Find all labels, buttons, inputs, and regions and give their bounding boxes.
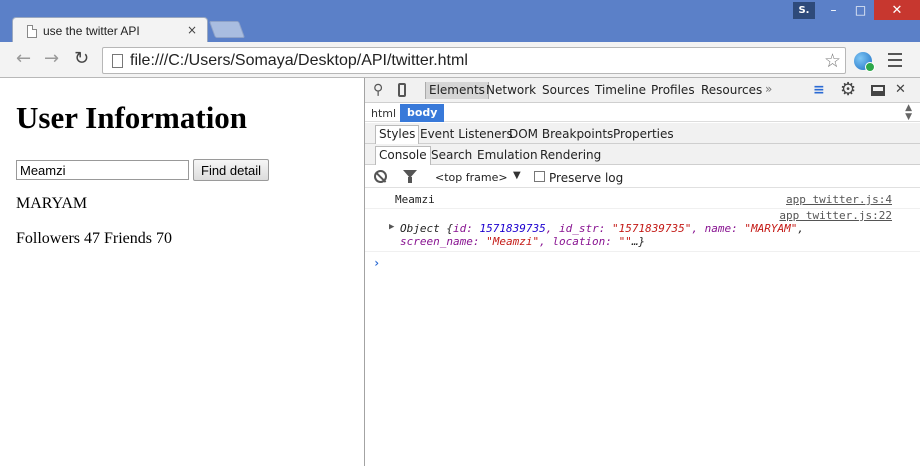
tab-profiles[interactable]: Profiles [651,83,695,97]
source-link[interactable]: app twitter.js:22 [779,209,892,222]
forward-arrow-icon[interactable]: → [44,50,59,68]
console-drawer-icon[interactable]: ≡ [813,82,825,98]
bookmark-star-icon[interactable]: ☆ [824,50,841,72]
frame-select[interactable]: <top frame> [435,171,508,184]
page-icon [27,24,37,38]
scroll-arrows-icon[interactable]: ▲ ▼ [905,104,912,122]
screen-name-input[interactable] [16,160,189,180]
sidebar-tabs: Styles Event Listeners DOM Breakpoints P… [365,123,920,144]
breadcrumb-body[interactable]: body [400,104,445,122]
gear-icon[interactable]: ⚙ [840,79,856,100]
object-preview-line2[interactable]: screen_name: "Meamzi", location: ""…} [400,235,645,248]
find-detail-button[interactable]: Find detail [193,159,269,181]
minimize-button[interactable]: – [820,0,847,20]
object-preview-line1[interactable]: Object {id: 1571839735, id_str: "1571839… [400,222,804,235]
tab-styles[interactable]: Styles [375,125,420,144]
dock-side-icon[interactable] [871,85,885,96]
result-name: MARYAM [16,195,88,212]
browser-tab[interactable]: use the twitter API × [12,17,208,43]
tab-timeline[interactable]: Timeline [595,83,646,97]
tab-console[interactable]: Console [375,146,431,165]
preserve-log-label: Preserve log [549,171,624,185]
breadcrumb: html body ▲ ▼ [365,104,920,122]
title-bar: use the twitter API × S. – □ ✕ [0,0,920,43]
drawer-tabs: Console Search Emulation Rendering [365,144,920,165]
breadcrumb-html[interactable]: html [371,107,396,120]
url-text[interactable]: file:///C:/Users/Somaya/Desktop/API/twit… [130,52,468,70]
tab-dom-breakpoints[interactable]: DOM Breakpoints [509,127,613,141]
new-tab-button[interactable] [208,21,246,38]
console-prompt-icon[interactable]: › [373,256,380,270]
address-bar[interactable]: file:///C:/Users/Somaya/Desktop/API/twit… [102,47,846,74]
expand-triangle-icon[interactable]: ▶ [389,222,394,232]
source-link[interactable]: app twitter.js:4 [786,193,892,206]
dropdown-arrow-icon[interactable]: ▼ [513,170,521,181]
filter-icon[interactable] [403,170,417,183]
console-message: app twitter.js:22 ▶ Object {id: 15718397… [365,209,920,252]
tab-properties[interactable]: Properties [613,127,674,141]
browser-toolbar: ← → ↻ file:///C:/Users/Somaya/Desktop/AP… [0,42,920,78]
tab-network[interactable]: Network [486,83,536,97]
page-title: User Information [16,100,248,135]
menu-icon[interactable] [888,53,902,67]
tab-title: use the twitter API [43,24,140,38]
tab-elements[interactable]: Elements [425,82,489,99]
extension-globe-icon[interactable] [854,52,875,72]
inspect-search-icon[interactable]: ⚲ [373,82,383,98]
tab-emulation[interactable]: Emulation [477,148,538,162]
page-content: User Information Find detail MARYAM Foll… [0,78,364,466]
close-devtools-icon[interactable]: ✕ [895,82,906,97]
close-window-button[interactable]: ✕ [874,0,920,20]
tab-close-icon[interactable]: × [187,23,197,37]
result-stats: Followers 47 Friends 70 [16,230,172,247]
tab-resources[interactable]: Resources [701,83,762,97]
tab-event-listeners[interactable]: Event Listeners [420,127,513,141]
page-icon [112,54,123,68]
device-mode-icon[interactable] [398,83,406,97]
console-output: Meamzi app twitter.js:4 app twitter.js:2… [365,189,920,270]
more-tabs-chevron-icon[interactable]: » [765,82,772,96]
console-message-text: Meamzi [395,193,435,206]
devtools-toolbar: ⚲ Elements Network Sources Timeline Prof… [365,78,920,103]
tab-rendering[interactable]: Rendering [540,148,601,162]
console-toolbar: <top frame> ▼ Preserve log [365,166,920,188]
back-arrow-icon[interactable]: ← [16,50,31,68]
reload-icon[interactable]: ↻ [74,50,89,68]
clear-console-icon[interactable] [374,170,387,183]
preserve-log-checkbox[interactable] [534,171,545,182]
console-message: Meamzi app twitter.js:4 [365,189,920,209]
tab-search[interactable]: Search [431,148,472,162]
profile-avatar[interactable]: S. [793,2,815,19]
maximize-button[interactable]: □ [847,0,874,20]
devtools-panel: ⚲ Elements Network Sources Timeline Prof… [364,78,920,466]
tab-sources[interactable]: Sources [542,83,589,97]
